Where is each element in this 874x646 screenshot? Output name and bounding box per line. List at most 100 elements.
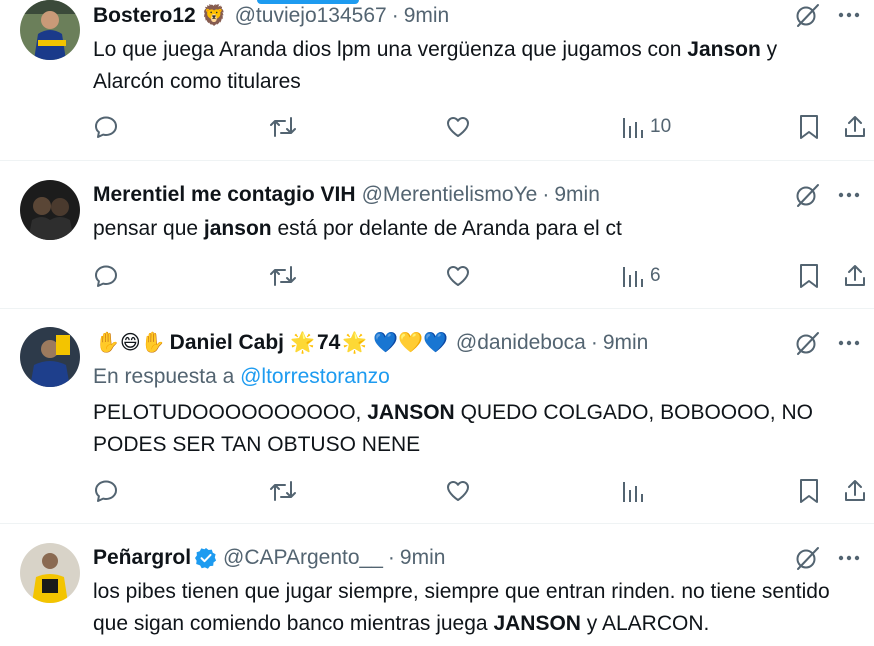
view-count: 10 <box>650 116 672 137</box>
author-name[interactable]: Daniel Cabj <box>170 329 284 357</box>
separator-dot: · <box>542 183 550 206</box>
tweet[interactable]: Merentiel me contagio VIH @Merentielismo… <box>0 161 874 309</box>
grok-icon[interactable] <box>794 330 820 356</box>
tweet-actions <box>93 476 874 506</box>
retweet-button[interactable] <box>269 476 297 506</box>
tweet[interactable]: Peñargrol @CAPArgento__ · 9min los pibes… <box>0 524 874 646</box>
tweet-text: Lo que juega Aranda dios lpm una vergüen… <box>93 34 846 98</box>
author-name[interactable]: Merentiel me contagio VIH <box>93 181 356 209</box>
text-part: está por delante de Aranda para el ct <box>271 217 622 240</box>
tweet-top-actions <box>794 2 860 28</box>
bookmark-button[interactable] <box>798 476 820 506</box>
reply-button[interactable] <box>93 476 119 506</box>
bookmark-icon <box>798 114 820 140</box>
views-button[interactable] <box>622 476 644 506</box>
tweet-header: Peñargrol @CAPArgento__ · 9min <box>93 544 784 572</box>
bookmark-icon <box>798 263 820 289</box>
tweet-text: PELOTUDOOOOOOOOOO, JANSON QUEDO COLGADO,… <box>93 397 846 461</box>
bookmark-icon <box>798 478 820 504</box>
tweet[interactable]: Bostero12 🦁 @tuviejo134567 · 9min Lo que… <box>0 0 874 161</box>
share-button[interactable] <box>843 261 867 291</box>
share-icon <box>843 263 867 289</box>
grok-icon[interactable] <box>794 182 820 208</box>
tweet-actions: 6 <box>93 261 874 291</box>
reply-mention-link[interactable]: @ltorrestoranzo <box>240 365 390 388</box>
text-bold: Janson <box>687 38 761 61</box>
reply-icon <box>93 478 119 504</box>
more-icon[interactable] <box>838 12 860 18</box>
tweet-actions: 10 <box>93 112 874 142</box>
separator-dot: · <box>387 546 395 569</box>
text-part: PELOTUDOOOOOOOOOO, <box>93 401 368 424</box>
text-part: pensar que <box>93 217 204 240</box>
avatar[interactable] <box>20 543 80 603</box>
retweet-icon <box>269 478 297 504</box>
tweet-header: Merentiel me contagio VIH @Merentielismo… <box>93 181 784 209</box>
text-part: Lo que juega Aranda dios lpm una vergüen… <box>93 38 688 61</box>
more-icon[interactable] <box>838 555 860 561</box>
like-button[interactable] <box>445 476 471 506</box>
retweet-icon <box>269 263 297 289</box>
star-emoji: 🌟 <box>290 332 315 354</box>
share-button[interactable] <box>843 112 867 142</box>
views-icon <box>622 263 644 289</box>
text-bold: janson <box>203 217 272 240</box>
separator-dot: · <box>391 4 399 27</box>
author-name[interactable]: Bostero12 <box>93 2 196 30</box>
author-handle[interactable]: @danideboca <box>456 329 586 357</box>
reply-button[interactable] <box>93 112 119 142</box>
views-icon <box>622 478 644 504</box>
text-part: los pibes tienen que jugar siempre, siem… <box>93 580 830 635</box>
tweet-top-actions <box>794 182 860 208</box>
author-handle[interactable]: @CAPArgento__ <box>223 544 383 572</box>
like-icon <box>445 478 471 504</box>
bookmark-button[interactable] <box>798 261 820 291</box>
author-handle[interactable]: @MerentielismoYe <box>362 181 538 209</box>
timestamp[interactable]: 9min <box>603 329 649 357</box>
views-button[interactable]: 10 <box>622 112 671 142</box>
share-button[interactable] <box>843 476 867 506</box>
views-button[interactable]: 6 <box>622 261 661 291</box>
avatar[interactable] <box>20 0 80 60</box>
tweet-feed: Bostero12 🦁 @tuviejo134567 · 9min Lo que… <box>0 0 874 646</box>
reply-context: En respuesta a @ltorrestoranzo <box>93 363 390 391</box>
like-button[interactable] <box>445 112 471 142</box>
reply-button[interactable] <box>93 261 119 291</box>
reply-label: En respuesta a <box>93 365 235 388</box>
tweet[interactable]: ✋😄✋ Daniel Cabj 🌟 74 🌟 💙💛💙 @danideboca ·… <box>0 309 874 524</box>
views-icon <box>622 114 644 140</box>
timestamp[interactable]: 9min <box>400 544 446 572</box>
tweet-header: ✋😄✋ Daniel Cabj 🌟 74 🌟 💙💛💙 @danideboca ·… <box>93 329 784 357</box>
star-emoji: 🌟 <box>342 332 368 354</box>
author-name[interactable]: Peñargrol <box>93 544 191 572</box>
hearts-emoji: 💙💛💙 <box>373 332 448 354</box>
more-icon[interactable] <box>838 340 860 346</box>
tweet-text: pensar que janson está por delante de Ar… <box>93 213 846 245</box>
timestamp[interactable]: 9min <box>554 181 600 209</box>
text-bold: JANSON <box>493 612 581 635</box>
tweet-top-actions <box>794 545 860 571</box>
like-button[interactable] <box>445 261 471 291</box>
author-handle[interactable]: @tuviejo134567 <box>235 2 387 30</box>
grok-icon[interactable] <box>794 545 820 571</box>
avatar[interactable] <box>20 180 80 240</box>
name-emojis: ✋😄✋ <box>95 332 166 354</box>
lion-emoji: 🦁 <box>201 5 227 27</box>
share-icon <box>843 478 867 504</box>
grok-icon[interactable] <box>794 2 820 28</box>
retweet-button[interactable] <box>269 112 297 142</box>
timestamp[interactable]: 9min <box>404 2 450 30</box>
retweet-button[interactable] <box>269 261 297 291</box>
tweet-header: Bostero12 🦁 @tuviejo134567 · 9min <box>93 2 784 30</box>
verified-badge-icon <box>195 547 217 569</box>
reply-icon <box>93 263 119 289</box>
text-part: y ALARCON. <box>580 612 710 635</box>
like-icon <box>445 114 471 140</box>
tweet-top-actions <box>794 330 860 356</box>
text-bold: JANSON <box>367 401 455 424</box>
avatar[interactable] <box>20 327 80 387</box>
bookmark-button[interactable] <box>798 112 820 142</box>
reply-icon <box>93 114 119 140</box>
more-icon[interactable] <box>838 192 860 198</box>
like-icon <box>445 263 471 289</box>
